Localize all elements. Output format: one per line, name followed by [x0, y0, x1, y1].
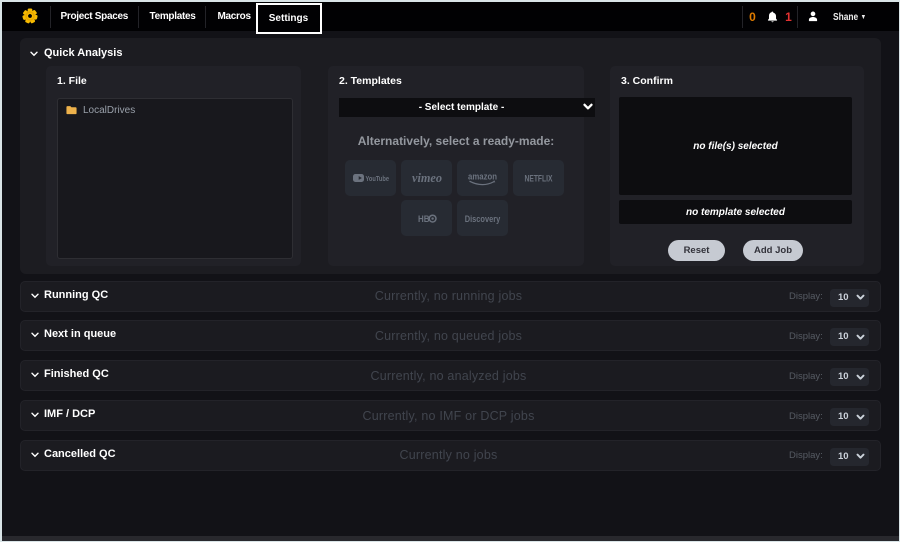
svg-text:YouTube: YouTube: [366, 174, 390, 183]
svg-text:HB: HB: [418, 214, 430, 225]
svg-text:vimeo: vimeo: [412, 171, 442, 185]
svg-text:Discovery: Discovery: [465, 214, 501, 224]
svg-text:amazon: amazon: [468, 172, 497, 182]
svg-text:NETFLIX: NETFLIX: [525, 173, 553, 184]
